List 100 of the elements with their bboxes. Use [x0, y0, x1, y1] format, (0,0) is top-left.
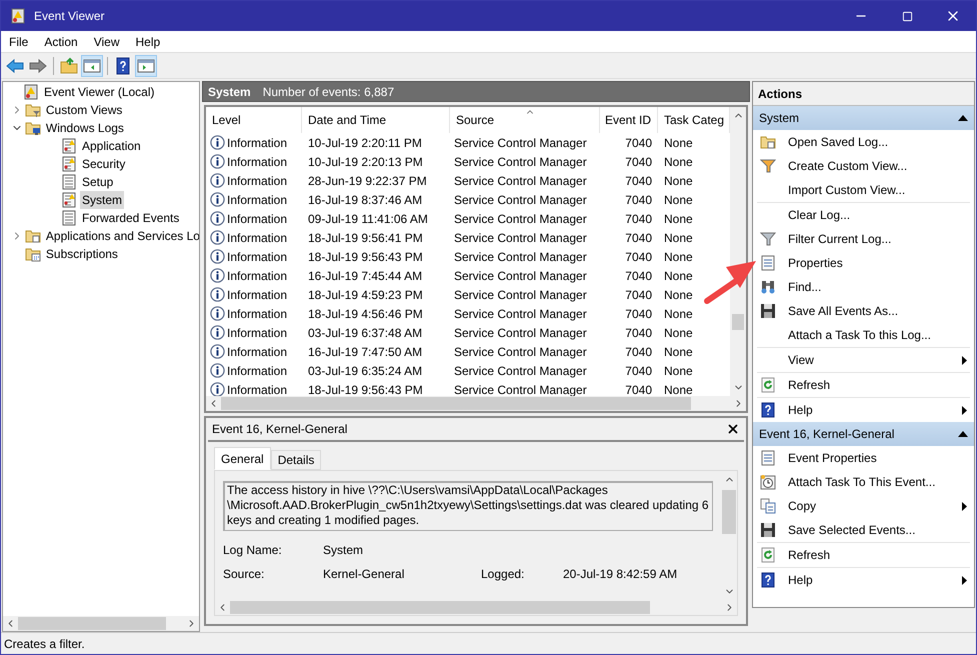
pane-icon: [137, 56, 155, 74]
table-cell-text: Service Control Manager: [453, 268, 588, 284]
table-cell-text: None: [663, 192, 694, 208]
event-description: The access history in hive \??\C:\Users\vamsi\AppData\Local\Packages \Microsoft.AAD.BrokerPlugin_cw5n1h2txyewy\Settings\settings.dat was cleared updating 6 keys and creating 1 modified pages.: [223, 481, 713, 531]
section-header[interactable]: Event 16, Kernel-General: [753, 422, 974, 446]
tree-item[interactable]: Event Viewer (Local): [42, 83, 156, 101]
info-icon: [210, 230, 225, 245]
menu-item[interactable]: File: [1, 32, 36, 50]
command-item[interactable]: Refresh: [757, 543, 970, 567]
close-icon[interactable]: [726, 422, 740, 436]
scrollbar-thumb[interactable]: [230, 601, 650, 614]
table-cell-text: 18-Jul-19 9:56:43 PM: [307, 382, 424, 396]
table-cell-text: Information: [227, 324, 288, 342]
field-value: System: [323, 542, 364, 559]
tree-item[interactable]: Security: [80, 155, 128, 173]
vertical-scrollbar[interactable]: [730, 107, 746, 396]
folder-icon: [760, 134, 776, 150]
table-cell-text: 7040: [624, 306, 653, 322]
section-header[interactable]: System: [753, 106, 974, 130]
log-icon: [61, 156, 77, 172]
tree-item[interactable]: Custom Views: [44, 101, 124, 119]
info-icon: [210, 268, 225, 283]
info-icon: [210, 211, 225, 226]
horizontal-scrollbar[interactable]: [206, 396, 746, 411]
table-cell-text: Service Control Manager: [453, 306, 588, 322]
command-item[interactable]: Open Saved Log...: [757, 130, 970, 154]
command-item[interactable]: Properties: [757, 251, 970, 275]
detail-tab[interactable]: Details: [270, 450, 322, 470]
field-value: Kernel-General: [323, 566, 406, 583]
column-header[interactable]: Date and Time: [302, 107, 450, 133]
command-item[interactable]: Find...: [757, 275, 970, 299]
collapse-triangle-icon[interactable]: [958, 431, 968, 437]
command-label: Clear Log...: [788, 207, 852, 224]
command-item[interactable]: Save Selected Events...: [757, 518, 970, 542]
table-cell-text: Service Control Manager: [453, 362, 588, 380]
command-item[interactable]: Filter Current Log...: [757, 227, 970, 251]
tree-item[interactable]: Application: [80, 137, 143, 155]
command-item[interactable]: Create Custom View...: [757, 154, 970, 178]
command-label: Help: [788, 572, 814, 589]
table-cell-text: 7040: [624, 210, 653, 228]
tree-item[interactable]: Forwarded Events: [80, 209, 182, 227]
command-item[interactable]: View: [757, 348, 970, 372]
info-icon: [210, 154, 225, 169]
annotation-arrow: [704, 261, 756, 304]
command-item[interactable]: Refresh: [757, 373, 970, 397]
column-header[interactable]: Level: [206, 107, 302, 133]
table-cell-text: Service Control Manager: [453, 154, 588, 170]
command-item[interactable]: Help: [757, 398, 970, 422]
table-cell-text: Information: [227, 286, 288, 304]
command-label: Open Saved Log...: [788, 134, 890, 151]
detail-title: Event 16, Kernel-General: [212, 421, 348, 438]
tree-item[interactable]: Windows Logs: [44, 119, 126, 137]
column-header[interactable]: Event ID: [600, 107, 658, 133]
forward-arrow-icon: [29, 56, 47, 74]
table-cell-text: Information: [227, 192, 288, 208]
table-cell-text: 18-Jul-19 4:59:23 PM: [307, 286, 424, 304]
tree-item[interactable]: System: [80, 191, 124, 209]
tree-item[interactable]: Subscriptions: [44, 245, 120, 263]
table-cell-text: 7040: [624, 154, 653, 170]
scrollbar-thumb[interactable]: [18, 617, 166, 630]
command-item[interactable]: Event Properties: [757, 446, 970, 470]
command-item[interactable]: Clear Log...: [757, 203, 970, 227]
scrollbar-thumb[interactable]: [221, 397, 691, 410]
command-item[interactable]: Attach Task To This Event...: [757, 470, 970, 494]
column-header[interactable]: Source: [450, 107, 600, 133]
help-icon: [114, 56, 132, 74]
detail-tab[interactable]: General: [214, 447, 271, 470]
scrollbar-thumb[interactable]: [732, 314, 744, 330]
submenu-arrow-icon: [962, 406, 967, 414]
command-label: Event Properties: [788, 450, 878, 467]
command-label: Save All Events As...: [788, 303, 900, 320]
command-item[interactable]: Attach a Task To this Log...: [757, 323, 970, 347]
horizontal-scrollbar[interactable]: [3, 616, 199, 631]
log-icon: [61, 210, 77, 226]
tree-item[interactable]: Setup: [80, 173, 116, 191]
table-cell-text: Information: [227, 134, 288, 152]
command-item[interactable]: Copy: [757, 494, 970, 518]
log-icon: [61, 174, 77, 190]
clock-icon: [760, 474, 776, 490]
field-label: Logged:: [481, 566, 526, 583]
command-item[interactable]: Save All Events As...: [757, 299, 970, 323]
folder-up-icon: [60, 56, 78, 74]
table-cell-text: None: [663, 324, 694, 342]
command-label: Properties: [788, 255, 844, 272]
toolbar-button[interactable]: [81, 54, 103, 76]
submenu-arrow-icon: [962, 576, 967, 584]
table-cell-text: 7040: [624, 382, 653, 396]
menu-item[interactable]: View: [86, 32, 128, 50]
window-title: Event Viewer: [34, 8, 104, 25]
menu-item[interactable]: Help: [128, 32, 168, 50]
command-item[interactable]: Import Custom View...: [757, 178, 970, 202]
info-icon: [210, 287, 225, 302]
command-label: Filter Current Log...: [788, 231, 892, 248]
toolbar-button[interactable]: [135, 54, 157, 76]
copy-icon: [760, 498, 776, 514]
collapse-triangle-icon[interactable]: [958, 115, 968, 121]
scrollbar-thumb[interactable]: [722, 490, 736, 534]
info-icon: [210, 135, 225, 150]
menu-item[interactable]: Action: [36, 32, 86, 50]
command-item[interactable]: Help: [757, 568, 970, 592]
